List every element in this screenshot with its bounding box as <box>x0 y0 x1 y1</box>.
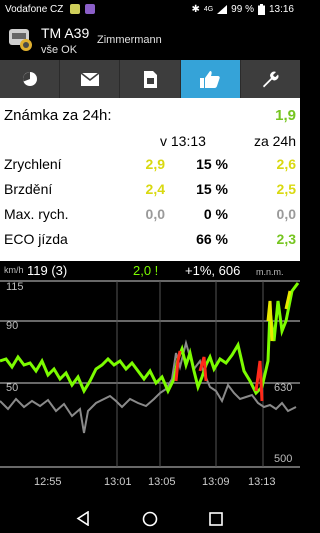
signal-icon <box>217 5 228 14</box>
y-label: 90 <box>6 320 18 332</box>
viber-icon <box>85 4 95 14</box>
metric-percent: 15 % <box>196 181 228 197</box>
tab-overview[interactable] <box>0 60 61 98</box>
metric-percent: 0 % <box>203 206 228 222</box>
metric-daily: 2,3 <box>276 231 296 247</box>
column-current: v 13:13 <box>160 133 206 149</box>
metric-label: ECO jízda <box>4 231 68 247</box>
tab-messages[interactable] <box>60 60 121 98</box>
x-tick: 12:55 <box>34 476 62 488</box>
tab-device[interactable] <box>120 60 181 98</box>
metric-row: Zrychlení 2,9 15 % 2,6 <box>0 153 300 175</box>
metric-label: Max. rych. <box>4 206 69 222</box>
altitude-series <box>0 339 297 434</box>
metric-percent: 15 % <box>196 156 228 172</box>
bad-segment <box>254 360 264 402</box>
x-tick: 13:09 <box>202 476 230 488</box>
driver-name: Zimmermann <box>97 34 162 46</box>
phone-icon <box>70 4 80 14</box>
tab-settings[interactable] <box>241 60 300 98</box>
navigation-bar <box>0 503 300 533</box>
tab-rating[interactable] <box>180 60 241 98</box>
recents-icon[interactable] <box>209 512 223 526</box>
vehicle-status: vše OK <box>41 44 78 56</box>
y-label: 50 <box>6 382 18 394</box>
chart-score: 2,0 ! <box>133 263 158 278</box>
x-tick: 13:13 <box>248 476 276 488</box>
sim-card-icon <box>143 70 157 88</box>
metric-label: Zrychlení <box>4 156 62 172</box>
thumbs-up-icon <box>200 71 220 88</box>
home-icon[interactable] <box>142 511 158 527</box>
app-header: TM A39 vše OK Zimmermann <box>0 20 300 60</box>
rating-panel: Známka za 24h: 1,9 v 13:13 za 24h Zrychl… <box>0 98 300 503</box>
summary-label: Známka za 24h: <box>4 107 112 124</box>
metric-row: Max. rych. 0,0 0 % 0,0 <box>0 203 300 225</box>
battery-icon <box>257 4 265 15</box>
bluetooth-icon: ✱ <box>191 4 200 15</box>
carrier-label: Vodafone CZ <box>5 4 64 15</box>
column-headers: v 13:13 za 24h <box>0 130 300 152</box>
metric-value: 0,0 <box>145 206 165 222</box>
battery-level: 99 % <box>231 4 254 15</box>
speed-chart[interactable]: km/h 119 (3) 2,0 ! +1%, 606 m.n.m. 115 9… <box>0 261 300 503</box>
summary-value: 1,9 <box>275 107 296 124</box>
status-bar: Vodafone CZ ✱ 4G 99 % 13:16 <box>0 0 300 20</box>
chart-speed: 119 (3) <box>27 263 67 278</box>
score-series <box>0 282 300 396</box>
y-label-right: 500 <box>274 453 292 465</box>
metric-value: 2,9 <box>145 156 165 172</box>
back-icon[interactable] <box>76 511 90 526</box>
chart-alt-unit: m.n.m. <box>256 267 284 277</box>
network-type: 4G <box>203 6 214 13</box>
wrench-icon <box>263 71 279 88</box>
summary-row: Známka za 24h: 1,9 <box>0 104 300 126</box>
chart-unit: km/h <box>4 265 24 275</box>
metric-percent: 66 % <box>196 231 228 247</box>
metric-row: Brzdění 2,4 15 % 2,5 <box>0 178 300 200</box>
tab-bar <box>0 60 300 98</box>
clock: 13:16 <box>268 4 294 15</box>
metric-label: Brzdění <box>4 181 53 197</box>
metric-row: ECO jízda 66 % 2,3 <box>0 228 300 250</box>
column-daily: za 24h <box>253 133 296 149</box>
metric-value: 2,4 <box>145 181 165 197</box>
vehicle-title: TM A39 <box>41 25 90 41</box>
pie-chart-icon <box>22 72 37 86</box>
x-tick: 13:01 <box>104 476 132 488</box>
mail-icon <box>80 72 99 86</box>
metric-daily: 0,0 <box>276 206 296 222</box>
metric-daily: 2,5 <box>276 181 296 197</box>
car-logo-icon <box>9 29 32 51</box>
y-label: 115 <box>6 281 24 293</box>
x-tick: 13:05 <box>148 476 176 488</box>
chart-canvas: km/h 119 (3) 2,0 ! +1%, 606 m.n.m. 115 9… <box>0 263 300 488</box>
chart-change: +1%, 606 <box>185 263 240 278</box>
y-label-right: 630 <box>274 382 292 394</box>
metric-daily: 2,6 <box>276 156 296 172</box>
